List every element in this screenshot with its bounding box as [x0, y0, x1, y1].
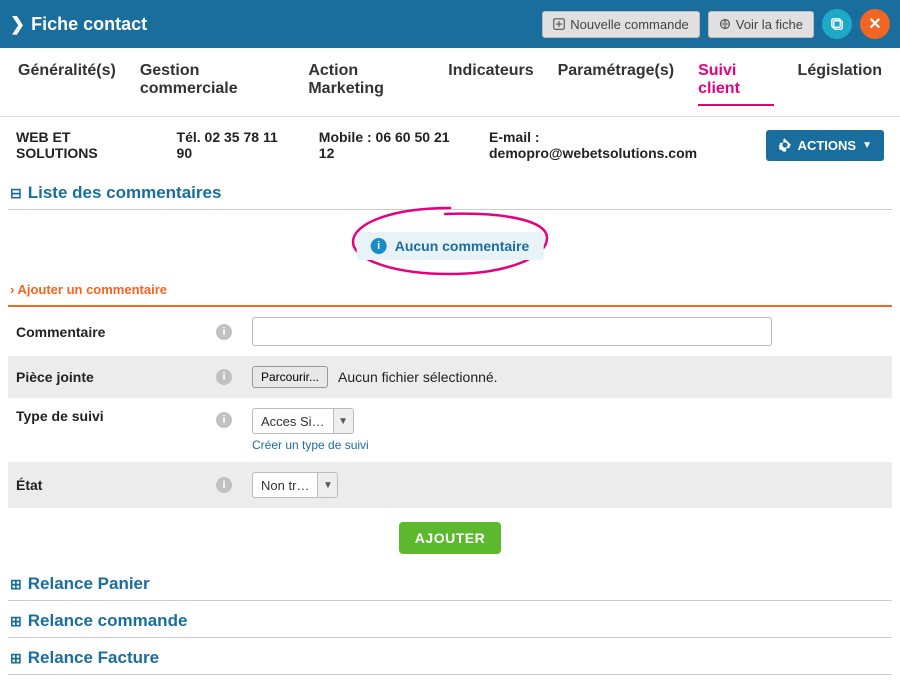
state-label: État	[16, 477, 216, 493]
create-type-link[interactable]: Créer un type de suivi	[252, 438, 369, 452]
tab-legislation[interactable]: Législation	[798, 62, 882, 106]
tab-gestion-commerciale[interactable]: Gestion commerciale	[140, 62, 285, 106]
collapse-down-icon: ⊟	[10, 185, 22, 202]
comment-input-cell	[252, 317, 884, 346]
gear-icon	[778, 138, 792, 152]
close-button[interactable]: ✕	[860, 9, 890, 39]
company-name: WEB ET SOLUTIONS	[16, 129, 149, 161]
type-select[interactable]: Acces Si… ▼	[252, 408, 354, 434]
copy-icon	[830, 17, 845, 32]
panel-relance-commande-label: Relance commande	[28, 611, 188, 631]
state-cell: Non tr… ▼	[252, 472, 884, 498]
help-icon[interactable]: i	[216, 412, 232, 428]
comment-input[interactable]	[252, 317, 772, 346]
new-order-button[interactable]: Nouvelle commande	[542, 11, 700, 38]
alert-no-comment: i Aucun commentaire	[357, 232, 544, 260]
panel-relance-panier-label: Relance Panier	[28, 574, 150, 594]
attachment-label: Pièce jointe	[16, 369, 216, 385]
info-icon: i	[371, 238, 387, 254]
contact-mobile: Mobile : 06 60 50 21 12	[319, 129, 461, 161]
state-select-value: Non tr…	[253, 475, 317, 496]
help-icon[interactable]: i	[216, 324, 232, 340]
chevron-down-icon: ▼	[333, 409, 353, 433]
alert-no-comment-text: Aucun commentaire	[395, 238, 530, 254]
row-state: État i Non tr… ▼	[8, 462, 892, 508]
panel-relance-facture-label: Relance Facture	[28, 648, 159, 668]
row-type: Type de suivi i Acces Si… ▼ Créer un typ…	[8, 398, 892, 462]
plus-square-icon	[553, 18, 565, 30]
header-left: ❯ Fiche contact	[10, 14, 147, 35]
tab-parametrages[interactable]: Paramétrage(s)	[558, 62, 675, 106]
new-order-label: Nouvelle commande	[570, 17, 689, 32]
chevron-down-icon: ▼	[317, 473, 337, 497]
submit-row: AJOUTER	[8, 508, 892, 564]
copy-button[interactable]	[822, 9, 852, 39]
panel-relance-panier[interactable]: ⊞ Relance Panier	[8, 564, 892, 601]
page-title: Fiche contact	[31, 14, 147, 35]
browse-button[interactable]: Parcourir...	[252, 366, 328, 388]
add-button[interactable]: AJOUTER	[399, 522, 501, 554]
type-cell: Acces Si… ▼ Créer un type de suivi	[252, 408, 884, 452]
close-icon: ✕	[868, 14, 881, 34]
view-record-label: Voir la fiche	[736, 17, 803, 32]
expand-up-icon: ⊞	[10, 650, 22, 667]
header-right: Nouvelle commande Voir la fiche ✕	[542, 9, 890, 39]
contact-email: E-mail : demopro@webetsolutions.com	[489, 129, 738, 161]
contact-info-bar: WEB ET SOLUTIONS Tél. 02 35 78 11 90 Mob…	[0, 117, 900, 173]
content: ⊟ Liste des commentaires i Aucun comment…	[0, 173, 900, 695]
panel-comments-list-label: Liste des commentaires	[28, 183, 222, 203]
chevron-right-icon: ❯	[10, 14, 25, 35]
add-comment-form: Commentaire i Pièce jointe i Parcourir..…	[8, 307, 892, 508]
contact-tel: Tél. 02 35 78 11 90	[177, 129, 291, 161]
tab-indicateurs[interactable]: Indicateurs	[448, 62, 533, 106]
add-comment-section-title: › Ajouter un commentaire	[8, 276, 892, 307]
comment-label: Commentaire	[16, 324, 216, 340]
row-comment: Commentaire i	[8, 307, 892, 356]
expand-up-icon: ⊞	[10, 576, 22, 593]
actions-dropdown-button[interactable]: ACTIONS ▼	[766, 130, 884, 161]
panel-relance-facture[interactable]: ⊞ Relance Facture	[8, 638, 892, 675]
chevron-down-icon: ▼	[862, 140, 872, 151]
help-icon[interactable]: i	[216, 477, 232, 493]
tab-bar: Généralité(s) Gestion commerciale Action…	[0, 48, 900, 117]
type-label: Type de suivi	[16, 408, 216, 424]
state-select[interactable]: Non tr… ▼	[252, 472, 338, 498]
tab-action-marketing[interactable]: Action Marketing	[308, 62, 424, 106]
panel-comments-list[interactable]: ⊟ Liste des commentaires	[8, 173, 892, 210]
actions-label: ACTIONS	[798, 138, 857, 153]
type-select-value: Acces Si…	[253, 411, 333, 432]
no-file-text: Aucun fichier sélectionné.	[338, 369, 498, 385]
tab-generalites[interactable]: Généralité(s)	[18, 62, 116, 106]
no-comment-area: i Aucun commentaire	[8, 222, 892, 270]
help-icon[interactable]: i	[216, 369, 232, 385]
expand-up-icon: ⊞	[10, 613, 22, 630]
tab-suivi-client[interactable]: Suivi client	[698, 62, 773, 106]
attachment-input-cell: Parcourir... Aucun fichier sélectionné.	[252, 366, 884, 388]
row-attachment: Pièce jointe i Parcourir... Aucun fichie…	[8, 356, 892, 398]
panel-relance-commande[interactable]: ⊞ Relance commande	[8, 601, 892, 638]
top-header: ❯ Fiche contact Nouvelle commande Voir l…	[0, 0, 900, 48]
view-record-button[interactable]: Voir la fiche	[708, 11, 814, 38]
globe-icon	[719, 18, 731, 30]
